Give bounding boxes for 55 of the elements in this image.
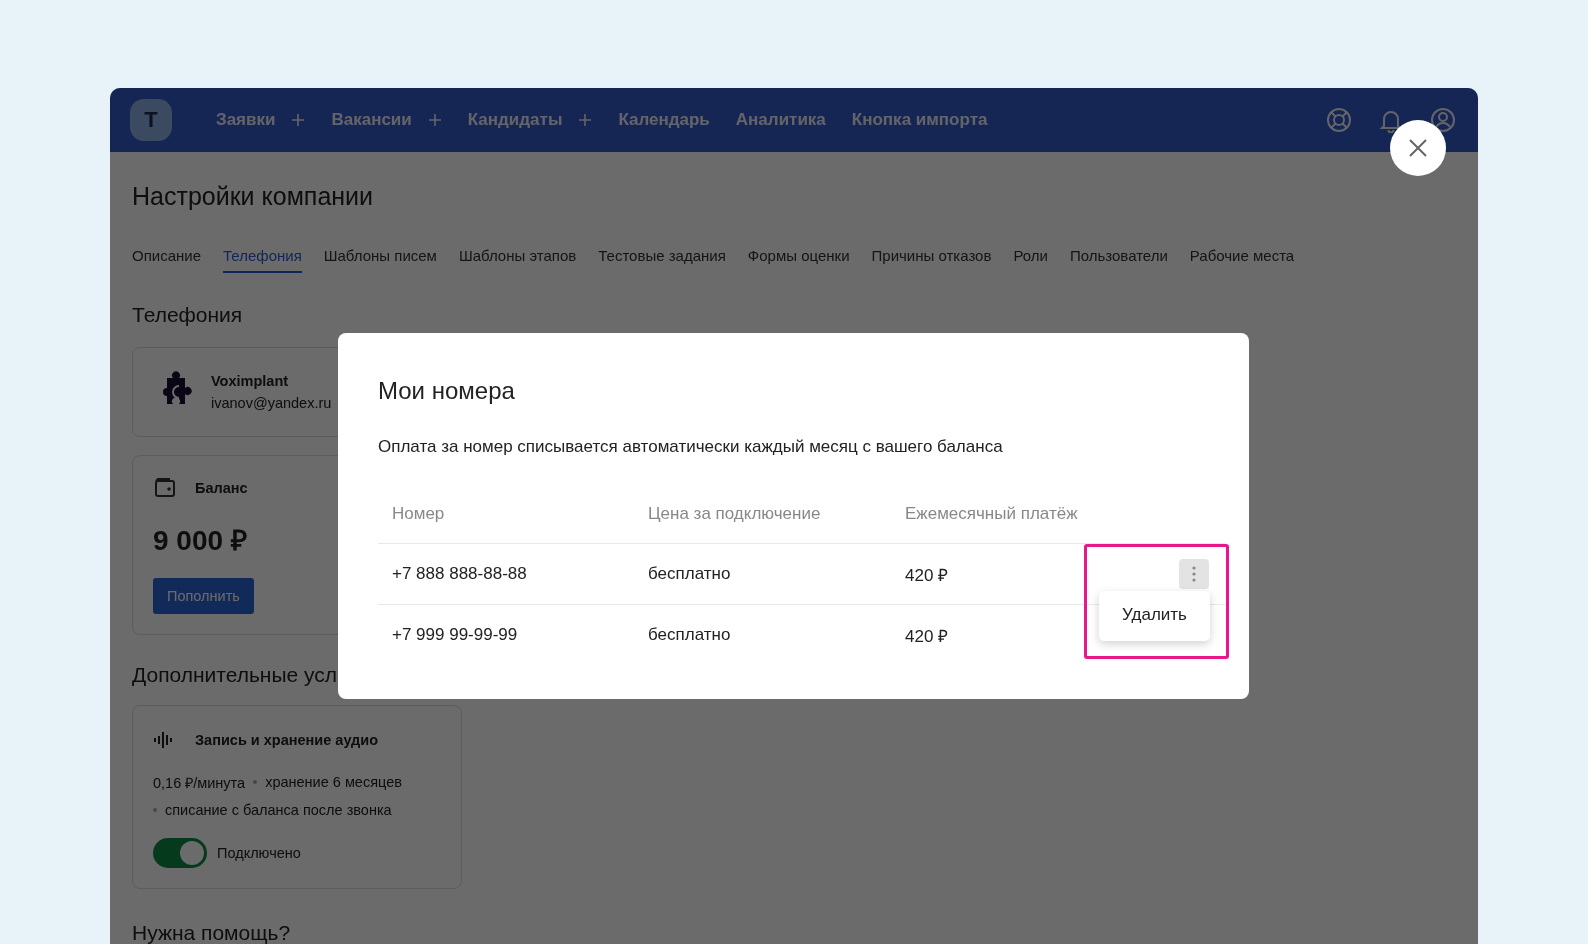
settings-tab[interactable]: Пользователи	[1069, 247, 1168, 273]
settings-tab[interactable]: Роли	[1013, 247, 1048, 273]
balance-amount: 9 000 ₽	[153, 524, 247, 558]
nav-link[interactable]: Заявки	[216, 110, 276, 130]
settings-tab[interactable]: Шаблоны этапов	[458, 247, 577, 273]
settings-tab[interactable]: Описание	[132, 247, 202, 273]
table-cell-text: 420 ₽	[905, 625, 950, 647]
table-cell-text: +7 888 888-88-88	[391, 564, 528, 584]
page-title: Настройки компании	[132, 182, 374, 211]
settings-tab[interactable]: Причины отказов	[871, 247, 992, 273]
section-title: Телефония	[132, 303, 244, 327]
user-icon[interactable]	[1430, 107, 1456, 133]
plus-icon[interactable]	[291, 113, 306, 127]
audio-fact: списание с баланса после звонка	[165, 802, 392, 818]
nav-link[interactable]: Кнопка импорта	[851, 110, 988, 130]
close-button[interactable]	[1390, 120, 1446, 176]
top-up-button[interactable]: Пополнить	[153, 578, 254, 614]
column-header: Цена за подключение	[648, 504, 822, 524]
nav-link[interactable]: Аналитика	[735, 110, 826, 130]
provider-name: Voximplant	[211, 373, 290, 389]
balance-label: Баланс	[195, 480, 248, 496]
column-header: Ежемесячный платёж	[905, 504, 1079, 524]
toggle-label: Подключено	[217, 845, 301, 861]
table-cell-text: +7 999 99-99-99	[391, 625, 519, 645]
settings-tab[interactable]: Формы оценки	[747, 247, 850, 273]
nav-link[interactable]: Календарь	[618, 110, 710, 130]
audio-fact: хранение 6 месяцев	[265, 774, 402, 790]
provider-account: ivanov@yandex.ru	[211, 395, 332, 411]
lifebuoy-icon[interactable]	[1326, 107, 1352, 133]
toggle-switch[interactable]	[153, 838, 207, 868]
kebab-icon	[1192, 566, 1196, 582]
modal-description: Оплата за номер списывается автоматически каждый месяц с вашего баланса	[378, 437, 1004, 457]
settings-tab[interactable]: Рабочие места	[1189, 247, 1295, 273]
more-button[interactable]	[1179, 559, 1209, 589]
bullet-dot	[153, 808, 157, 812]
audio-title: Запись и хранение аудио	[195, 732, 379, 748]
menu-item[interactable]: Удалить	[1122, 605, 1187, 625]
table-cell-text: 420 ₽	[905, 564, 950, 586]
plus-icon[interactable]	[578, 113, 593, 127]
nav-link[interactable]: Вакансии	[331, 110, 412, 130]
close-icon	[1408, 138, 1428, 158]
table-cell-text: бесплатно	[648, 564, 732, 584]
column-header: Номер	[391, 504, 446, 524]
settings-tab[interactable]: Тестовые задания	[598, 247, 726, 273]
section-title: Дополнительные усл	[132, 663, 339, 687]
logo-icon[interactable]: T	[130, 99, 172, 141]
settings-tab[interactable]: Телефония	[223, 247, 302, 273]
wallet-icon	[153, 476, 177, 500]
settings-tab[interactable]: Шаблоны писем	[323, 247, 437, 273]
audio-fact: 0,16 ₽/минута	[153, 774, 246, 792]
plus-icon[interactable]	[427, 113, 442, 127]
table-cell-text: бесплатно	[648, 625, 732, 645]
nav-link[interactable]: Кандидаты	[467, 110, 563, 130]
section-title: Нужна помощь?	[132, 921, 292, 944]
modal-title: Мои номера	[378, 377, 516, 405]
